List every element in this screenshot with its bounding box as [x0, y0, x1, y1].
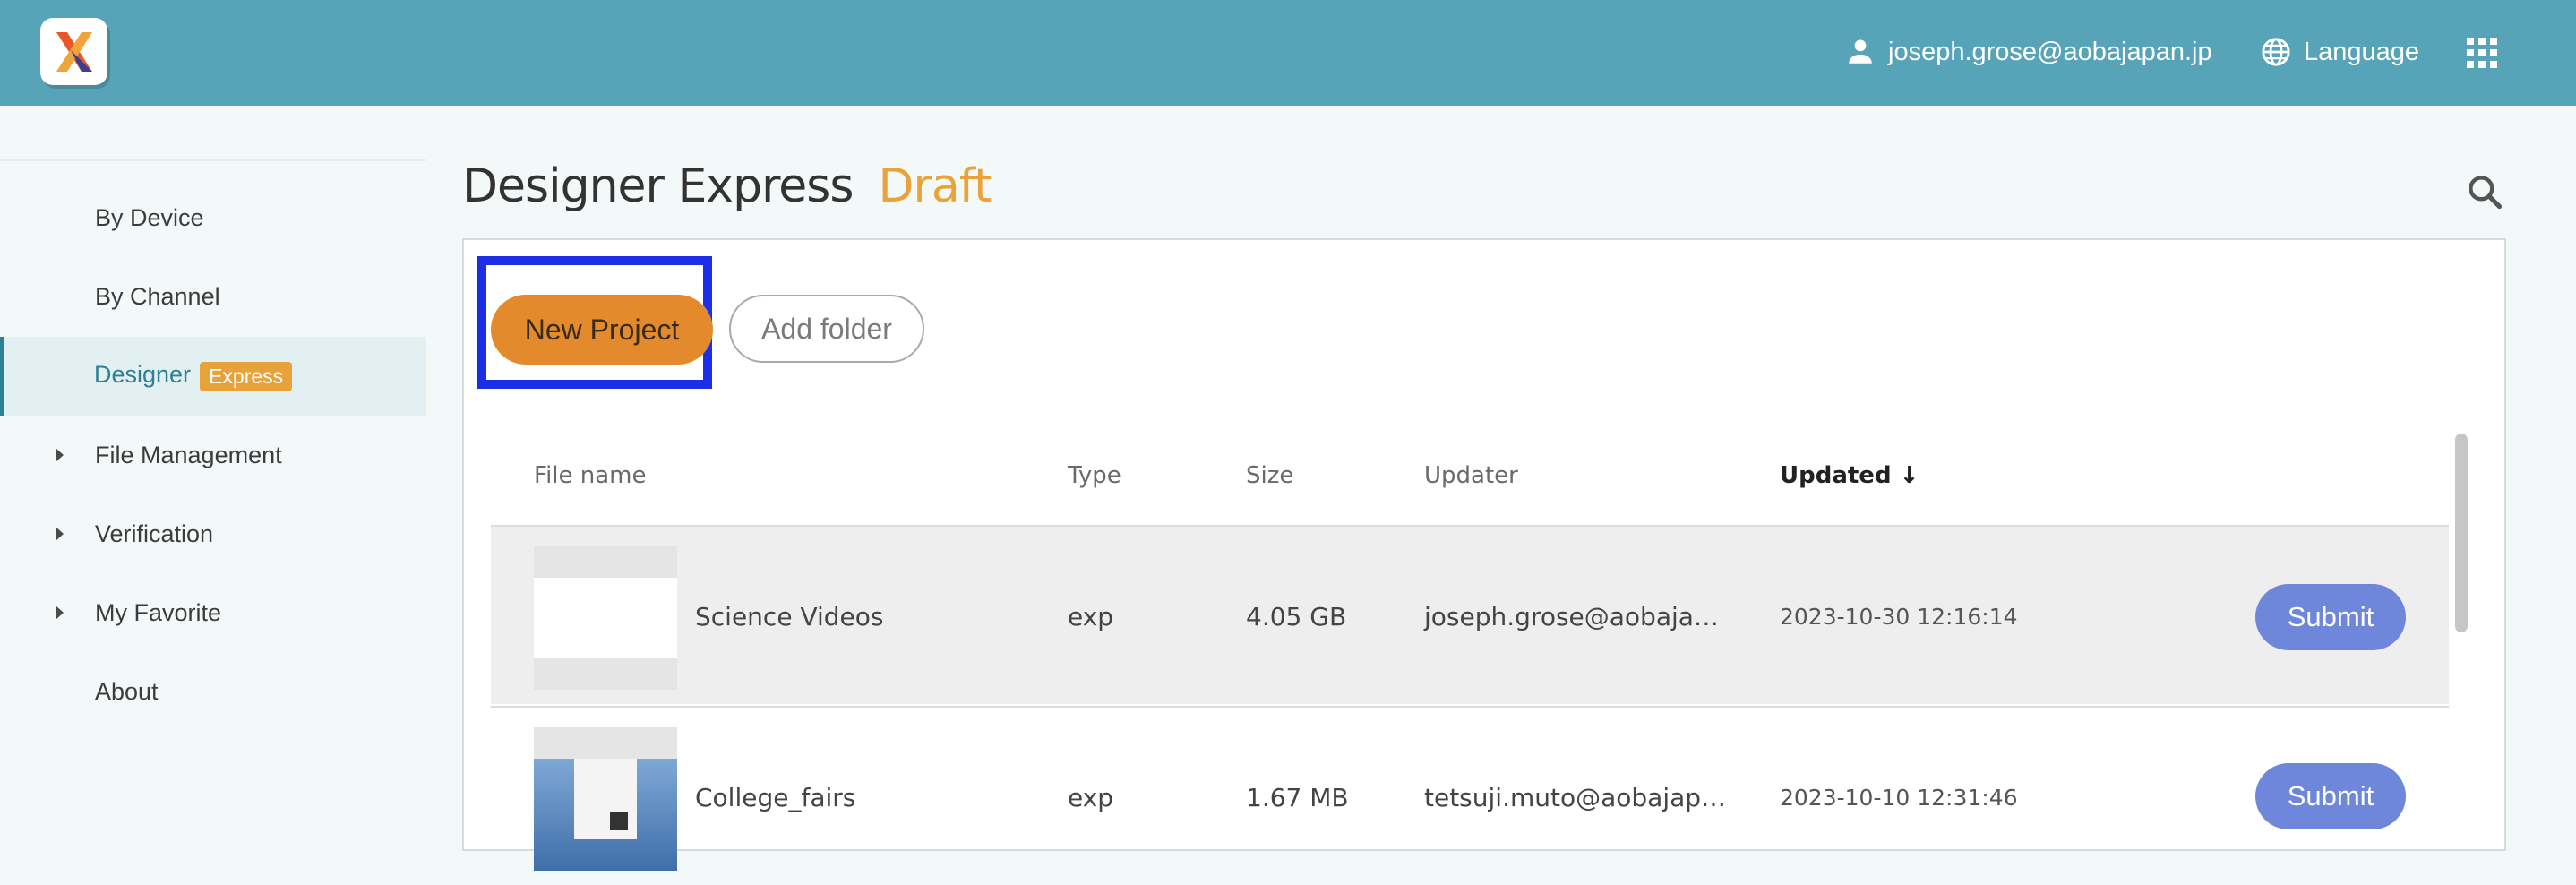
apps-grid-icon[interactable] [2467, 38, 2497, 68]
file-size: 1.67 MB [1246, 783, 1349, 812]
draft-status: Draft [878, 159, 992, 213]
thumbnail-qr [610, 812, 628, 830]
top-header: joseph.grose@aobajapan.jp Language [0, 0, 2576, 106]
sidebar-item-label: About [95, 677, 159, 705]
column-header-updated[interactable]: Updated ↓ [1780, 462, 1919, 489]
page-title-text: Designer Express [462, 159, 854, 213]
sidebar-item-by-channel[interactable]: By Channel [0, 257, 426, 336]
sidebar-item-designer[interactable]: Designer Express [0, 337, 426, 416]
caret-right-icon [56, 606, 64, 620]
file-thumbnail [534, 546, 677, 690]
sidebar-item-by-device[interactable]: By Device [0, 178, 426, 257]
file-type: exp [1068, 602, 1114, 632]
column-header-file-name[interactable]: File name [534, 462, 647, 489]
thumbnail-image [534, 759, 677, 871]
globe-icon [2262, 38, 2290, 66]
person-icon [1849, 39, 1872, 64]
caret-right-icon [56, 527, 64, 541]
table-row[interactable]: Science Videos exp 4.05 GB joseph.grose@… [491, 527, 2449, 704]
scrollbar-thumb[interactable] [2455, 434, 2468, 632]
column-header-type[interactable]: Type [1068, 462, 1121, 489]
add-folder-button[interactable]: Add folder [729, 295, 924, 363]
file-thumbnail [534, 727, 677, 871]
caret-right-icon [56, 448, 64, 462]
user-email: joseph.grose@aobajapan.jp [1888, 37, 2212, 66]
sidebar-item-verification[interactable]: Verification [0, 494, 426, 573]
sidebar-item-label: By Channel [95, 282, 220, 310]
sidebar-item-label: By Device [95, 203, 204, 231]
new-project-button[interactable]: New Project [491, 295, 713, 365]
sidebar-item-file-management[interactable]: File Management [0, 416, 426, 494]
column-header-updater[interactable]: Updater [1424, 462, 1518, 489]
column-header-updated-label: Updated [1780, 462, 1892, 489]
sidebar-item-label: Verification [95, 520, 214, 547]
thumbnail-image [534, 578, 677, 658]
sort-arrow-down-icon: ↓ [1899, 462, 1919, 489]
file-type: exp [1068, 783, 1114, 812]
page-title: Designer Express Draft [462, 159, 992, 213]
express-badge: Express [200, 361, 293, 391]
file-size: 4.05 GB [1246, 602, 1347, 632]
app-logo[interactable] [40, 18, 107, 85]
file-name[interactable]: College_fairs [695, 783, 855, 812]
search-icon[interactable] [2465, 172, 2504, 211]
submit-button[interactable]: Submit [2255, 584, 2406, 650]
table-row[interactable]: College_fairs exp 1.67 MB tetsuji.muto@a… [491, 708, 2449, 885]
sidebar-item-label-wrap: Designer Express [94, 361, 293, 391]
file-updater: joseph.grose@aobaja… [1424, 602, 1719, 632]
sidebar-item-label: Designer [94, 361, 192, 389]
language-label: Language [2304, 37, 2420, 66]
language-selector[interactable]: Language [2261, 30, 2419, 73]
sidebar-item-label: File Management [95, 441, 282, 468]
file-name[interactable]: Science Videos [695, 602, 883, 632]
sidebar-item-label: My Favorite [95, 598, 222, 626]
submit-button[interactable]: Submit [2255, 763, 2406, 829]
column-header-size[interactable]: Size [1246, 462, 1293, 489]
file-updated: 2023-10-30 12:16:14 [1780, 604, 2018, 630]
sidebar-item-my-favorite[interactable]: My Favorite [0, 573, 426, 652]
sidebar-item-about[interactable]: About [0, 652, 426, 731]
file-updated: 2023-10-10 12:31:46 [1780, 785, 2018, 811]
file-updater: tetsuji.muto@aobajap… [1424, 783, 1727, 812]
logo-x-icon [56, 32, 92, 72]
user-account[interactable]: joseph.grose@aobajapan.jp [1845, 30, 2212, 73]
